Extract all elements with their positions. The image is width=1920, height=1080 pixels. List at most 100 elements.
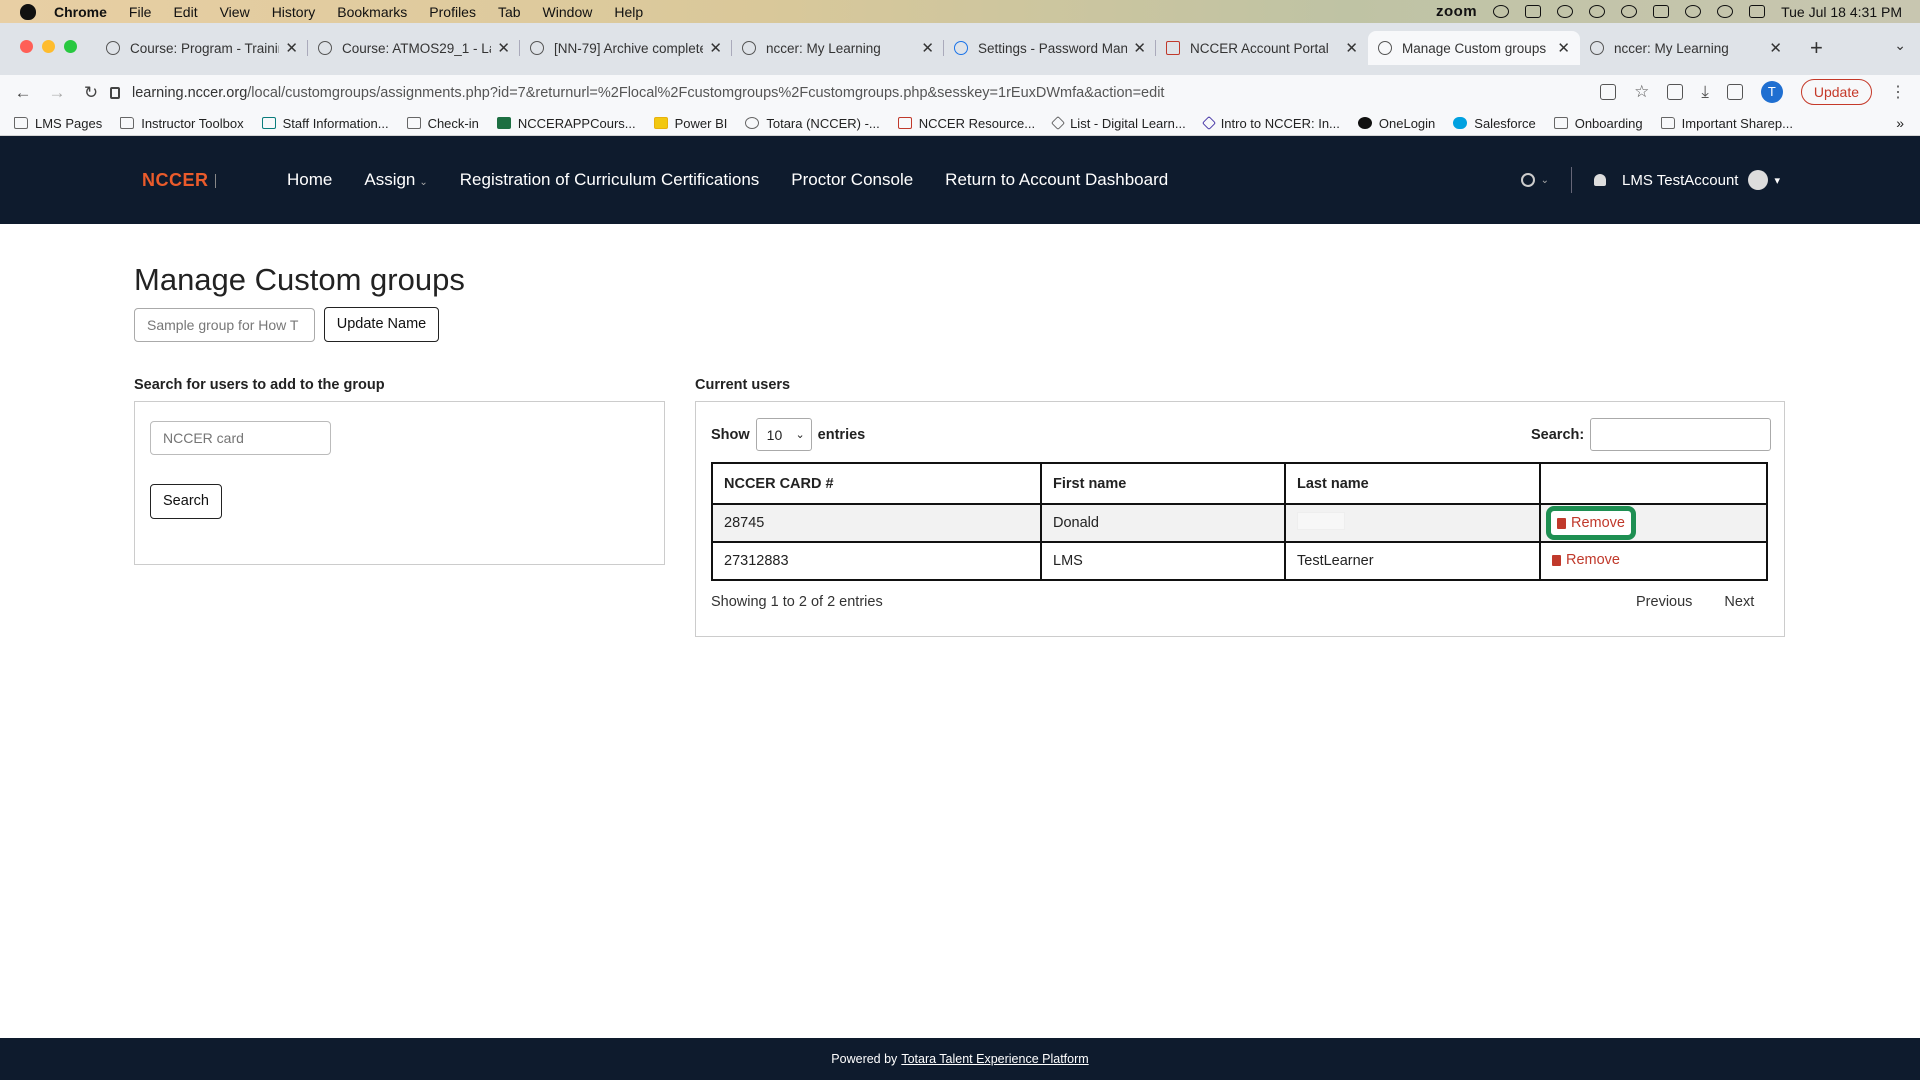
update-name-button[interactable]: Update Name: [324, 307, 439, 342]
menu-profiles[interactable]: Profiles: [429, 4, 476, 20]
tab-settings-password[interactable]: Settings - Password Mana ✕: [944, 31, 1156, 65]
bookmark-nccer-resource[interactable]: NCCER Resource...: [897, 116, 1035, 131]
dollar-icon[interactable]: [1557, 5, 1574, 18]
previous-page-button[interactable]: Previous: [1636, 594, 1692, 610]
address-bar[interactable]: learning.nccer.org/local/customgroups/as…: [110, 78, 1670, 108]
menu-file[interactable]: File: [129, 4, 152, 20]
bookmark-instructor-toolbox[interactable]: Instructor Toolbox: [120, 116, 244, 131]
tab-my-learning-2[interactable]: nccer: My Learning ✕: [1580, 31, 1792, 65]
next-page-button[interactable]: Next: [1724, 594, 1754, 610]
extensions-puzzle-icon[interactable]: [1667, 84, 1684, 100]
nav-return-account-dashboard[interactable]: Return to Account Dashboard: [945, 170, 1168, 190]
chrome-update-button[interactable]: Update: [1800, 79, 1872, 105]
col-nccer-card[interactable]: NCCER CARD #: [711, 462, 1042, 505]
bookmark-onelogin[interactable]: OneLogin: [1357, 116, 1435, 131]
profile-avatar[interactable]: T: [1760, 81, 1783, 103]
chevron-down-icon[interactable]: ⌄: [1541, 175, 1549, 186]
user-avatar[interactable]: [1748, 170, 1769, 190]
close-tab-icon[interactable]: ✕: [497, 39, 510, 57]
settings-gear-icon[interactable]: [1520, 173, 1535, 187]
tab-search-chevron-icon[interactable]: ⌄: [1894, 37, 1906, 54]
entries-select[interactable]: 10 ⌄: [755, 418, 812, 451]
video-icon[interactable]: [1525, 5, 1542, 18]
chrome-menu-kebab-icon[interactable]: ⋮: [1890, 82, 1906, 102]
notification-bell-icon[interactable]: [1594, 174, 1607, 186]
menu-view[interactable]: View: [220, 4, 250, 20]
new-tab-button[interactable]: +: [1810, 35, 1823, 61]
share-icon[interactable]: [1600, 84, 1617, 100]
bookmark-power-bi[interactable]: Power BI: [653, 116, 727, 131]
close-tab-icon[interactable]: ✕: [1133, 39, 1146, 57]
menu-window[interactable]: Window: [543, 4, 593, 20]
menu-history[interactable]: History: [272, 4, 316, 20]
group-name-input[interactable]: [134, 308, 315, 342]
menubar-clock[interactable]: Tue Jul 18 4:31 PM: [1781, 4, 1902, 20]
bookmark-totara-nccer[interactable]: Totara (NCCER) -...: [745, 116, 880, 131]
nccer-card-input[interactable]: [150, 421, 331, 455]
close-tab-icon[interactable]: ✕: [921, 39, 934, 57]
back-arrow-icon[interactable]: ←: [12, 83, 34, 103]
menu-bookmarks[interactable]: Bookmarks: [337, 4, 407, 20]
tab-course-atmos[interactable]: Course: ATMOS29_1 - La ✕: [308, 31, 520, 65]
control-center-icon[interactable]: [1749, 5, 1766, 18]
lock-icon[interactable]: [110, 87, 120, 99]
apple-icon[interactable]: [20, 3, 36, 20]
checkin-icon: [406, 117, 421, 129]
creative-cloud-icon[interactable]: [1589, 5, 1606, 18]
menu-app[interactable]: Chrome: [54, 4, 107, 20]
bookmark-nccerappcours[interactable]: NCCERAPPCours...: [496, 116, 636, 131]
menu-help[interactable]: Help: [614, 4, 643, 20]
nav-proctor-console[interactable]: Proctor Console: [791, 170, 913, 190]
close-tab-icon[interactable]: ✕: [1557, 39, 1570, 57]
zoom-window-button[interactable]: [64, 40, 77, 53]
nav-home[interactable]: Home: [287, 170, 332, 190]
menu-edit[interactable]: Edit: [173, 4, 197, 20]
tab-course-program[interactable]: Course: Program - Trainin ✕: [96, 31, 308, 65]
close-tab-icon[interactable]: ✕: [709, 39, 722, 57]
more-bookmarks-chevron-icon[interactable]: »: [1896, 115, 1904, 131]
close-tab-icon[interactable]: ✕: [1769, 39, 1782, 57]
bookmark-digital-learning-list[interactable]: List - Digital Learn...: [1051, 116, 1186, 131]
bookmark-salesforce[interactable]: Salesforce: [1453, 116, 1536, 131]
close-tab-icon[interactable]: ✕: [285, 39, 298, 57]
table-search-input[interactable]: [1590, 418, 1772, 451]
bookmark-onboarding[interactable]: Onboarding: [1553, 116, 1643, 131]
col-last-name[interactable]: Last name: [1284, 462, 1541, 505]
bookmark-check-in[interactable]: Check-in: [406, 116, 479, 131]
reload-icon[interactable]: ↻: [80, 83, 102, 103]
minimize-window-button[interactable]: [42, 40, 55, 53]
tab-my-learning[interactable]: nccer: My Learning ✕: [732, 31, 944, 65]
col-first-name[interactable]: First name: [1040, 462, 1286, 505]
menu-tab[interactable]: Tab: [498, 4, 521, 20]
bookmark-important-sharepoint[interactable]: Important Sharep...: [1660, 116, 1793, 131]
wifi-icon[interactable]: [1685, 5, 1702, 18]
bookmark-staff-information[interactable]: Staff Information...: [261, 116, 389, 131]
side-panel-icon[interactable]: [1726, 84, 1743, 100]
nav-registration-certifications[interactable]: Registration of Curriculum Certification…: [460, 170, 760, 190]
battery-icon[interactable]: [1653, 5, 1670, 18]
circle-icon[interactable]: [1493, 5, 1510, 18]
user-menu-name[interactable]: LMS TestAccount: [1622, 172, 1738, 189]
close-window-button[interactable]: [20, 40, 33, 53]
search-button[interactable]: Search: [150, 484, 222, 519]
download-icon[interactable]: ⤓: [1701, 82, 1709, 102]
nav-assign[interactable]: Assign ⌄: [364, 170, 427, 190]
tab-manage-custom-groups[interactable]: Manage Custom groups ✕: [1368, 31, 1580, 65]
forward-arrow-icon[interactable]: →: [46, 83, 68, 103]
caret-down-icon[interactable]: ▾: [1774, 174, 1780, 187]
close-tab-icon[interactable]: ✕: [1345, 39, 1358, 57]
remove-button[interactable]: Remove: [1557, 515, 1625, 531]
totara-link[interactable]: Totara Talent Experience Platform: [901, 1052, 1088, 1066]
zoom-status[interactable]: zoom: [1436, 3, 1477, 20]
play-icon[interactable]: [1621, 5, 1638, 18]
mac-menubar: Chrome File Edit View History Bookmarks …: [0, 0, 1920, 23]
bookmark-star-icon[interactable]: ☆: [1634, 82, 1649, 102]
nccer-logo[interactable]: NCCER: [142, 170, 265, 191]
bookmark-label: LMS Pages: [35, 115, 103, 131]
bookmark-intro-to-nccer[interactable]: Intro to NCCER: In...: [1201, 116, 1340, 131]
bookmark-lms-pages[interactable]: LMS Pages: [14, 116, 102, 131]
spotlight-search-icon[interactable]: [1717, 5, 1734, 18]
tab-archive[interactable]: [NN-79] Archive complete ✕: [520, 31, 732, 65]
tab-account-portal[interactable]: NCCER Account Portal ✕: [1156, 31, 1368, 65]
remove-button[interactable]: Remove: [1552, 552, 1620, 568]
